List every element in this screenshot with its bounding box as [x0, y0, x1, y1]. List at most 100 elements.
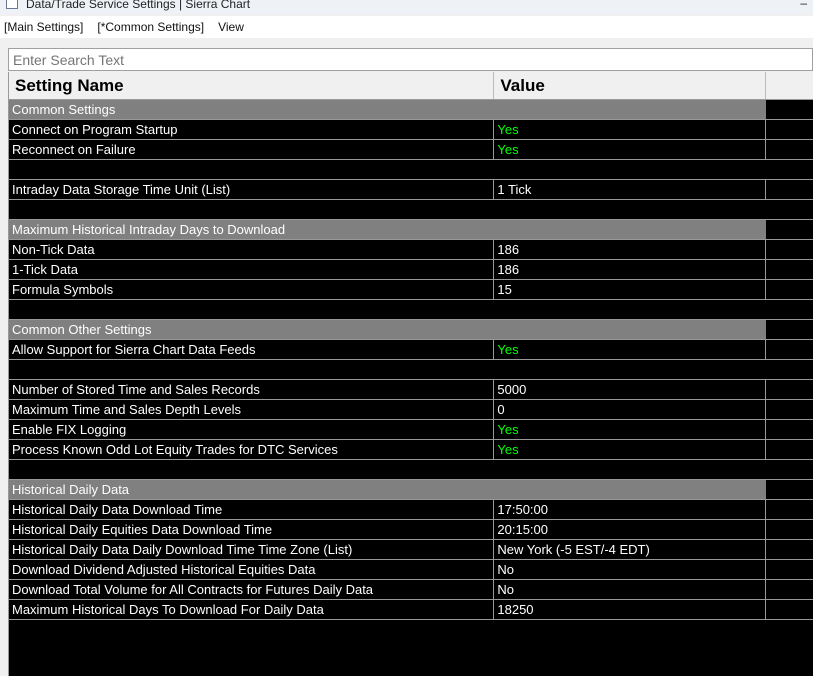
header-setting-name[interactable]: Setting Name	[9, 72, 495, 99]
setting-name: Download Total Volume for All Contracts …	[9, 580, 495, 599]
cell-extra	[766, 500, 813, 519]
setting-value[interactable]: 5000	[494, 380, 767, 399]
section-title: Common Settings	[9, 100, 767, 119]
settings-grid: Setting Name Value Common Settings Connec…	[8, 72, 813, 676]
setting-name: Allow Support for Sierra Chart Data Feed…	[9, 340, 495, 359]
setting-name: Download Dividend Adjusted Historical Eq…	[9, 560, 495, 579]
menu-common-settings[interactable]: [*Common Settings]	[97, 20, 204, 34]
setting-name: Enable FIX Logging	[9, 420, 495, 439]
grid-rows: Common Settings Connect on Program Startu…	[9, 100, 813, 620]
search-input[interactable]	[8, 48, 813, 71]
table-row[interactable]: Formula Symbols 15	[9, 280, 813, 300]
cell-empty	[9, 360, 495, 379]
cell-extra	[766, 260, 813, 279]
cell-extra	[766, 540, 813, 559]
setting-name: Historical Daily Data Daily Download Tim…	[9, 540, 495, 559]
blank-row	[9, 200, 813, 220]
app-icon	[6, 0, 18, 9]
setting-name: Process Known Odd Lot Equity Trades for …	[9, 440, 495, 459]
cell-extra	[766, 480, 813, 499]
cell-empty	[9, 200, 495, 219]
cell-empty	[9, 160, 495, 179]
cell-extra	[766, 600, 813, 619]
blank-row	[9, 460, 813, 480]
header-value[interactable]: Value	[494, 72, 767, 99]
setting-value[interactable]: New York (-5 EST/-4 EDT)	[494, 540, 767, 559]
table-row[interactable]: Historical Daily Data Daily Download Tim…	[9, 540, 813, 560]
section-title: Maximum Historical Intraday Days to Down…	[9, 220, 767, 239]
cell-extra	[766, 520, 813, 539]
setting-value[interactable]: 17:50:00	[494, 500, 767, 519]
setting-name: Connect on Program Startup	[9, 120, 495, 139]
setting-value[interactable]: No	[494, 560, 767, 579]
table-row[interactable]: Connect on Program Startup Yes	[9, 120, 813, 140]
setting-value[interactable]: 18250	[494, 600, 767, 619]
setting-name: 1-Tick Data	[9, 260, 495, 279]
table-row[interactable]: Download Total Volume for All Contracts …	[9, 580, 813, 600]
grid-header: Setting Name Value	[9, 72, 813, 100]
section-title: Historical Daily Data	[9, 480, 767, 499]
cell-extra	[766, 560, 813, 579]
cell-extra	[766, 440, 813, 459]
window-title: Data/Trade Service Settings | Sierra Cha…	[26, 0, 251, 11]
blank-row	[9, 360, 813, 380]
cell-extra	[766, 400, 813, 419]
cell-extra	[766, 120, 813, 139]
table-row[interactable]: Number of Stored Time and Sales Records 5…	[9, 380, 813, 400]
setting-value[interactable]: 15	[494, 280, 767, 299]
setting-value[interactable]: Yes	[494, 340, 767, 359]
title-bar: Data/Trade Service Settings | Sierra Cha…	[0, 0, 813, 14]
cell-extra	[766, 580, 813, 599]
menu-view[interactable]: View	[218, 20, 244, 34]
setting-name: Formula Symbols	[9, 280, 495, 299]
table-row[interactable]: Maximum Historical Days To Download For …	[9, 600, 813, 620]
setting-value[interactable]: 0	[494, 400, 767, 419]
setting-name: Historical Daily Data Download Time	[9, 500, 495, 519]
setting-value[interactable]: 186	[494, 260, 767, 279]
setting-value[interactable]: Yes	[494, 140, 767, 159]
minimize-button[interactable]: –	[800, 0, 807, 10]
setting-name: Maximum Time and Sales Depth Levels	[9, 400, 495, 419]
header-extra	[766, 72, 813, 99]
setting-name: Number of Stored Time and Sales Records	[9, 380, 495, 399]
table-row[interactable]: Historical Daily Equities Data Download …	[9, 520, 813, 540]
setting-name: Maximum Historical Days To Download For …	[9, 600, 495, 619]
cell-empty	[9, 300, 495, 319]
cell-extra	[766, 100, 813, 119]
section-header: Common Settings	[9, 100, 813, 120]
table-row[interactable]: Reconnect on Failure Yes	[9, 140, 813, 160]
section-header: Maximum Historical Intraday Days to Down…	[9, 220, 813, 240]
table-row[interactable]: Non-Tick Data 186	[9, 240, 813, 260]
setting-value[interactable]: No	[494, 580, 767, 599]
setting-name: Reconnect on Failure	[9, 140, 495, 159]
cell-extra	[766, 320, 813, 339]
cell-empty	[9, 460, 495, 479]
table-row[interactable]: Intraday Data Storage Time Unit (List) 1 …	[9, 180, 813, 200]
setting-value[interactable]: 20:15:00	[494, 520, 767, 539]
table-row[interactable]: Enable FIX Logging Yes	[9, 420, 813, 440]
setting-value[interactable]: Yes	[494, 420, 767, 439]
cell-extra	[766, 420, 813, 439]
table-row[interactable]: Allow Support for Sierra Chart Data Feed…	[9, 340, 813, 360]
table-row[interactable]: 1-Tick Data 186	[9, 260, 813, 280]
cell-extra	[766, 220, 813, 239]
setting-value[interactable]: 186	[494, 240, 767, 259]
setting-value[interactable]: Yes	[494, 120, 767, 139]
cell-extra	[766, 180, 813, 199]
section-header: Historical Daily Data	[9, 480, 813, 500]
setting-value[interactable]: 1 Tick	[494, 180, 767, 199]
cell-extra	[766, 280, 813, 299]
setting-name: Historical Daily Equities Data Download …	[9, 520, 495, 539]
setting-name: Intraday Data Storage Time Unit (List)	[9, 180, 495, 199]
cell-extra	[766, 140, 813, 159]
table-row[interactable]: Maximum Time and Sales Depth Levels 0	[9, 400, 813, 420]
table-row[interactable]: Process Known Odd Lot Equity Trades for …	[9, 440, 813, 460]
table-row[interactable]: Historical Daily Data Download Time 17:50…	[9, 500, 813, 520]
table-row[interactable]: Download Dividend Adjusted Historical Eq…	[9, 560, 813, 580]
menu-main-settings[interactable]: [Main Settings]	[4, 20, 83, 34]
cell-extra	[766, 380, 813, 399]
setting-name: Non-Tick Data	[9, 240, 495, 259]
blank-row	[9, 300, 813, 320]
setting-value[interactable]: Yes	[494, 440, 767, 459]
section-header: Common Other Settings	[9, 320, 813, 340]
